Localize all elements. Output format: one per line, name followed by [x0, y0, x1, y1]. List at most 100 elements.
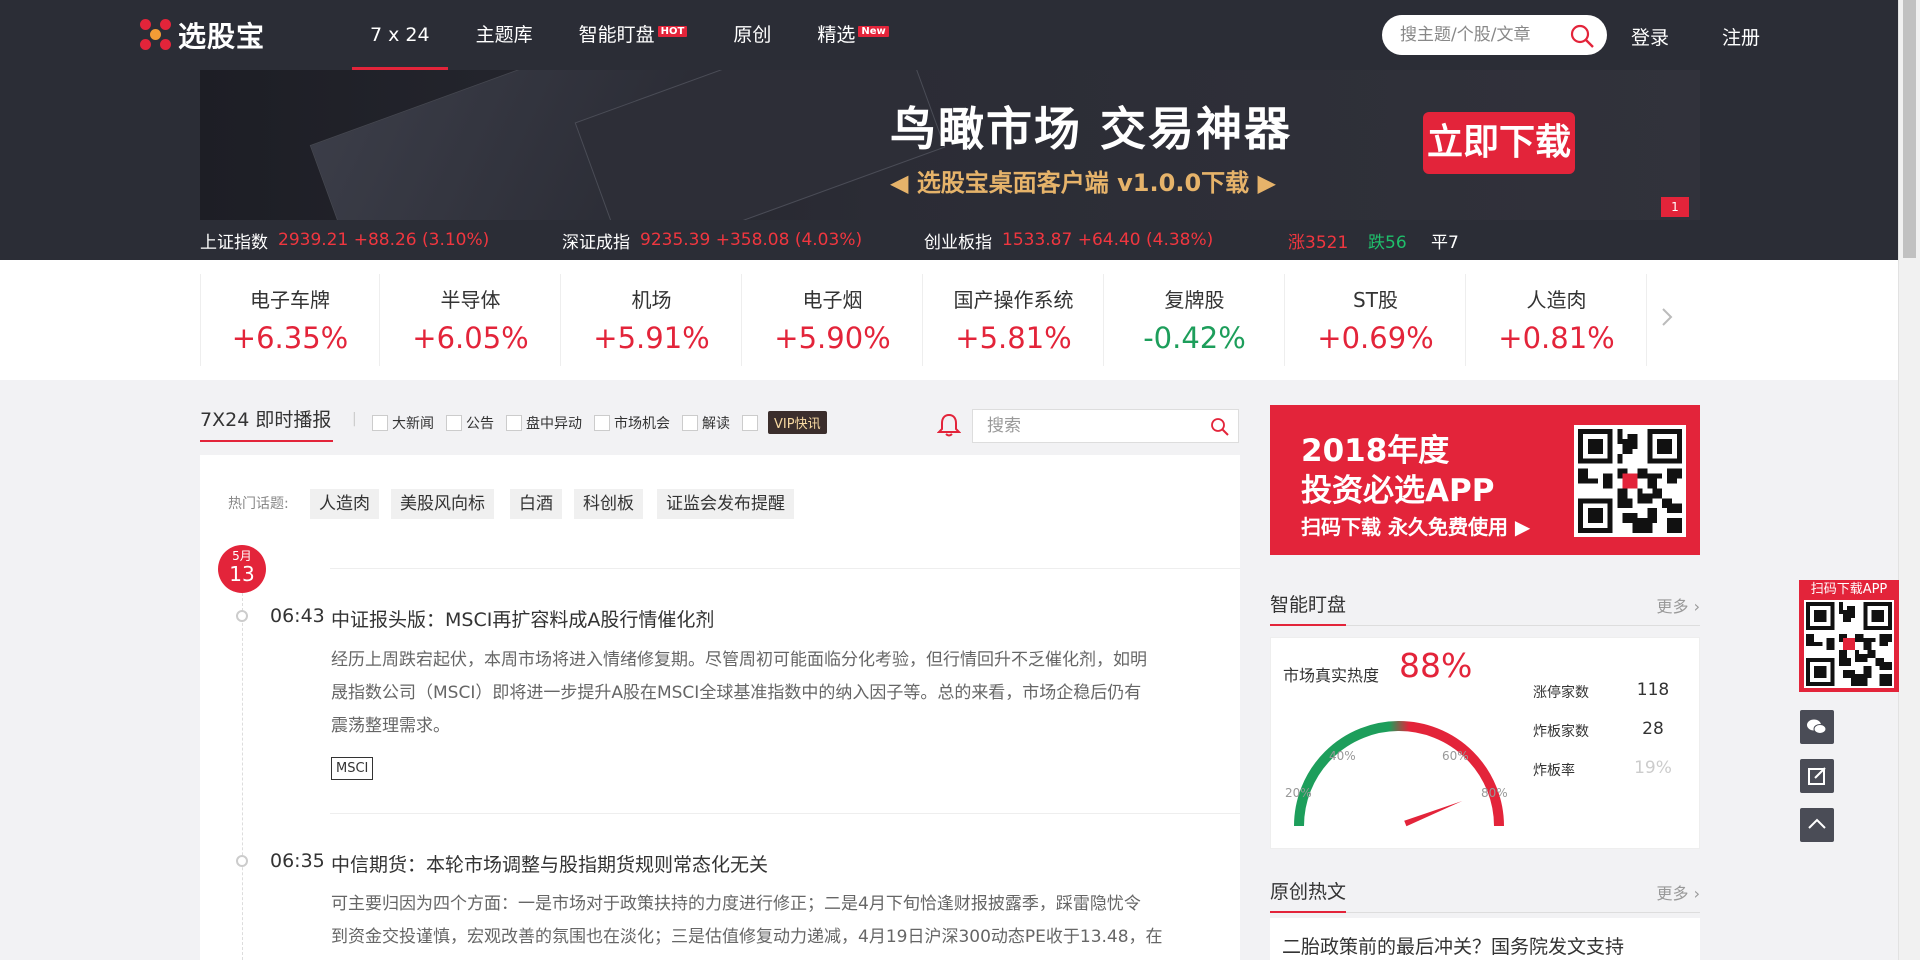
more-link[interactable]: 更多 ›	[1656, 880, 1700, 904]
gauge-tick: 20%	[1285, 786, 1312, 800]
news-stock-tag[interactable]: MSCI	[331, 757, 374, 780]
bell-icon[interactable]	[937, 412, 961, 438]
sector-card[interactable]: 电子烟 +5.90%	[743, 274, 923, 366]
monitor-title[interactable]: 智能盯盘	[1270, 590, 1347, 626]
news-body[interactable]: 经历上周跌宕起伏，本周市场将进入情绪修复期。尽管周初可能面临分化考验，但行情回升…	[331, 644, 1171, 743]
filter-label[interactable]: 公告	[466, 413, 494, 433]
nav-item-monitor[interactable]: 智能盯盘 HOT	[579, 0, 688, 70]
timeline-line	[242, 593, 243, 960]
hot-topic-tag[interactable]: 证监会发布提醒	[657, 489, 794, 519]
promo-line: 扫码下载 永久免费使用 ▶	[1301, 515, 1531, 539]
promo-line: 投资必选APP	[1301, 473, 1495, 509]
sector-card[interactable]: 人造肉 +0.81%	[1467, 274, 1647, 366]
flat-count: 平7	[1431, 233, 1459, 253]
news-body-line: 可主要归因为四个方面：一是市场对于政策扶持的力度进行修正；二是4月下旬恰逢财报披…	[331, 894, 1141, 914]
scrollbar[interactable]	[1898, 0, 1920, 960]
back-to-top-button[interactable]	[1800, 808, 1834, 842]
filter-label[interactable]: 大新闻	[392, 413, 434, 433]
sector-card[interactable]: 半导体 +6.05%	[381, 274, 561, 366]
sector-change: +6.35%	[231, 321, 349, 355]
filter-label[interactable]: 市场机会	[614, 413, 670, 433]
sector-card[interactable]: 复牌股 -0.42%	[1105, 274, 1285, 366]
heat-gauge: 20% 40% 60% 80%	[1285, 721, 1508, 827]
filter-checkbox[interactable]	[594, 414, 610, 431]
advancers-count: 涨3521	[1288, 233, 1349, 253]
monitor-header: 智能盯盘 更多 ›	[1270, 590, 1700, 626]
decliners-count: 跌56	[1368, 233, 1407, 253]
nav-item-original[interactable]: 原创	[733, 0, 771, 70]
promo-banner[interactable]: 鸟瞰市场 交易神器 ◀ 选股宝桌面客户端 v1.0.0下载 ▶ 立即下载 1	[200, 70, 1700, 220]
wechat-icon	[1807, 719, 1827, 734]
sector-change: +5.91%	[593, 321, 710, 355]
index-name[interactable]: 上证指数	[200, 228, 268, 253]
news-title[interactable]: 中证报头版：MSCI再扩容料成A股行情催化剂	[331, 605, 714, 632]
stat-value: 118	[1636, 680, 1670, 700]
nav-label: 主题库	[475, 24, 533, 46]
divider	[330, 813, 1240, 814]
feed-title[interactable]: 7X24 即时播报	[200, 405, 333, 442]
sector-change: -0.42%	[1143, 321, 1246, 355]
feed-search-input[interactable]	[987, 416, 1197, 436]
feedback-button[interactable]	[1800, 759, 1834, 793]
original-title[interactable]: 原创热文	[1270, 877, 1347, 913]
filter-checkbox[interactable]	[742, 414, 758, 431]
sector-strip: 电子车牌 +6.35% 半导体 +6.05% 机场 +5.91% 电子烟 +5.90% …	[0, 260, 1898, 380]
filter-label[interactable]: 盘中异动	[526, 413, 582, 433]
news-body-line: 到资金交投谨慎，宏观改善的氛围也在淡化；三是估值修复动力递减，4月19日沪深30…	[331, 927, 1163, 947]
download-button[interactable]: 立即下载	[1423, 112, 1575, 174]
filter-checkbox[interactable]	[506, 414, 522, 431]
side-app-download[interactable]: 扫码下载APP	[1799, 580, 1899, 692]
hot-topic-tag[interactable]: 白酒	[510, 489, 562, 519]
sector-name: 电子烟	[802, 288, 863, 312]
stat-value: 19%	[1634, 758, 1672, 778]
news-body[interactable]: 可主要归因为四个方面：一是市场对于政策扶持的力度进行修正；二是4月下旬恰逢财报披…	[331, 888, 1171, 954]
filter-checkbox[interactable]	[446, 414, 462, 431]
logo[interactable]: 选股宝	[140, 18, 265, 53]
search-icon[interactable]	[1569, 23, 1595, 49]
filter-checkbox[interactable]	[682, 414, 698, 431]
new-badge: New	[858, 26, 889, 37]
hot-topic-tag[interactable]: 科创板	[574, 489, 643, 519]
banner-page-indicator[interactable]: 1	[1661, 197, 1689, 217]
filter-label[interactable]: 解读	[702, 413, 730, 433]
top-search-input[interactable]	[1400, 25, 1560, 45]
edit-icon	[1808, 767, 1826, 785]
sector-change: +5.81%	[955, 321, 1072, 355]
stat-label: 涨停家数	[1533, 685, 1589, 701]
hot-topic-tag[interactable]: 人造肉	[310, 489, 379, 519]
search-icon[interactable]	[1210, 417, 1230, 437]
more-link[interactable]: 更多 ›	[1656, 593, 1700, 617]
vip-badge[interactable]: VIP快讯	[768, 411, 827, 434]
sector-name: ST股	[1353, 288, 1398, 312]
date-day: 13	[229, 562, 255, 586]
nav-label: 原创	[733, 24, 772, 46]
login-link[interactable]: 登录	[1631, 23, 1669, 50]
sector-card[interactable]: 机场 +5.91%	[562, 274, 742, 366]
stat-value: 28	[1642, 719, 1664, 739]
article-item[interactable]: 二胎政策前的最后冲关？国务院发文支持	[1270, 918, 1700, 960]
wechat-button[interactable]	[1800, 710, 1834, 744]
more-label: 更多	[1656, 597, 1689, 616]
index-name[interactable]: 创业板指	[924, 228, 992, 253]
nav-item-7x24[interactable]: 7 x 24	[352, 0, 448, 70]
app-promo-card[interactable]: 2018年度 投资必选APP 扫码下载 永久免费使用 ▶	[1270, 405, 1700, 555]
gauge-tick: 60%	[1442, 749, 1469, 763]
sector-card[interactable]: 国产操作系统 +5.81%	[924, 274, 1104, 366]
index-value: 1533.87 +64.40 (4.38%)	[1002, 230, 1214, 250]
sector-change: +6.05%	[412, 321, 529, 355]
register-link[interactable]: 注册	[1722, 23, 1760, 50]
filter-checkbox[interactable]	[372, 414, 388, 431]
promo-line: 2018年度	[1301, 433, 1450, 469]
index-name[interactable]: 深证成指	[562, 228, 630, 253]
nav-item-featured[interactable]: 精选 New	[817, 0, 889, 70]
chevron-up-icon	[1808, 818, 1826, 829]
chevron-right-icon[interactable]	[1660, 306, 1674, 328]
nav-item-topics[interactable]: 主题库	[476, 0, 533, 70]
scrollbar-thumb[interactable]	[1903, 0, 1916, 258]
index-ticker: 创业板指 1533.87 +64.40 (4.38%)	[924, 228, 1214, 253]
news-title[interactable]: 中信期货：本轮市场调整与股指期货规则常态化无关	[331, 850, 768, 877]
sector-card[interactable]: 电子车牌 +6.35%	[200, 274, 380, 366]
sector-card[interactable]: ST股 +0.69%	[1286, 274, 1466, 366]
index-value: 2939.21 +88.26 (3.10%)	[278, 230, 490, 250]
hot-topic-tag[interactable]: 美股风向标	[391, 489, 494, 519]
